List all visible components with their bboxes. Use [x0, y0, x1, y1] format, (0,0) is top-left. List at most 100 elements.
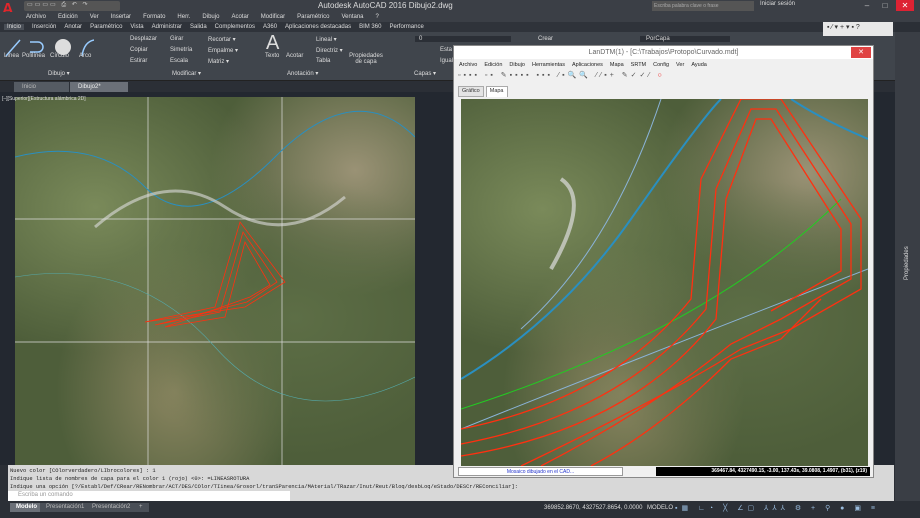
color-dropdown[interactable]: PorCapa	[640, 36, 730, 42]
tab-aplicaciones[interactable]: Aplicaciones destacadas	[285, 24, 351, 30]
status-coordinates: 369852.8670, 4327527.8654, 0.0000	[544, 505, 643, 511]
directriz-button[interactable]: Directriz ▾	[316, 47, 343, 54]
menu-herr[interactable]: Herr.	[177, 14, 190, 20]
landtm-menu-herramientas[interactable]: Herramientas	[532, 62, 565, 68]
landtm-menu-ver[interactable]: Ver	[676, 62, 684, 68]
lineal-button[interactable]: Lineal ▾	[316, 36, 337, 43]
empalme-button[interactable]: Empalme ▾	[208, 47, 238, 54]
landtm-contours	[461, 99, 868, 466]
crear-bloque-button[interactable]: Crear	[538, 36, 553, 42]
model-space-toggle[interactable]: MODELO	[647, 505, 673, 511]
add-layout-button[interactable]: +	[133, 503, 149, 512]
app-title: Autodesk AutoCAD 2016 Dibujo2.dwg	[318, 1, 453, 10]
status-toggle-icons[interactable]: ▪▦ ∟◔ ╳ ∠▢ ⅄⅄⅄ ⚙ + ⚲ ● ▣ ≡	[675, 504, 879, 512]
landtm-status-text: Mosaico dibujado en el CAD...	[458, 467, 623, 476]
landtm-title: LanDTM(1) - [C:\Trabajos\Protopo\Curvado…	[454, 46, 873, 59]
layout-tab-modelo[interactable]: Modelo	[10, 503, 43, 512]
tab-complementos[interactable]: Complementos	[215, 24, 255, 30]
tab-bim360[interactable]: BIM 360	[359, 24, 381, 30]
tab-performance[interactable]: Performance	[389, 24, 423, 30]
landtm-window: LanDTM(1) - [C:\Trabajos\Protopo\Curvado…	[453, 45, 874, 478]
menu-edicion[interactable]: Edición	[58, 14, 78, 20]
panel-anotacion[interactable]: Anotación ▾	[287, 70, 318, 77]
landtm-menu-srtm[interactable]: SRTM	[631, 62, 646, 68]
tab-a360[interactable]: A360	[263, 24, 277, 30]
linea-button[interactable]: Línea	[4, 53, 19, 59]
tab-vista[interactable]: Vista	[130, 24, 143, 30]
desplazar-button[interactable]: Desplazar	[130, 36, 157, 42]
texto-button[interactable]: Texto	[265, 53, 279, 59]
properties-palette-label[interactable]: Propiedades	[904, 246, 910, 280]
landtm-toolbar[interactable]: ▫▪▪▪ ▫▪ ✎▪▪▪▪ ▪▪▪ ⁄▪🔍🔍 ⁄⁄▪+ ✎✓✓⁄ ○	[458, 71, 868, 83]
esta-button[interactable]: Esta	[440, 47, 452, 53]
tab-salida[interactable]: Salida	[190, 24, 207, 30]
menu-insertar[interactable]: Insertar	[111, 14, 131, 20]
landtm-map[interactable]	[461, 99, 868, 466]
tab-insercion[interactable]: Inserción	[32, 24, 56, 30]
menu-archivo[interactable]: Archivo	[26, 14, 46, 20]
cad-contours	[15, 97, 415, 465]
search-input[interactable]: Escriba palabra clave o frase	[652, 1, 754, 11]
menu-parametrico[interactable]: Paramétrico	[297, 14, 329, 20]
landtm-menu-archivo[interactable]: Archivo	[459, 62, 477, 68]
command-input[interactable]: Escriba un comando	[8, 491, 290, 501]
landtm-menu-dibujo[interactable]: Dibujo	[509, 62, 525, 68]
landtm-close-button[interactable]: ✕	[851, 47, 871, 58]
panel-modificar[interactable]: Modificar ▾	[172, 70, 201, 77]
menu-help[interactable]: ?	[376, 14, 379, 20]
close-button[interactable]: ✕	[896, 0, 914, 11]
escala-button[interactable]: Escala	[170, 58, 188, 64]
recortar-button[interactable]: Recortar ▾	[208, 36, 236, 43]
menu-formato[interactable]: Formato	[143, 14, 165, 20]
menu-dibujo[interactable]: Dibujo	[202, 14, 219, 20]
acotar-button[interactable]: Acotar	[286, 53, 303, 59]
layout-tab-presentacion2[interactable]: Presentación2	[86, 503, 137, 512]
ribbon-tabs: Inicio Inserción Anotar Paramétrico Vist…	[0, 22, 895, 32]
copiar-button[interactable]: Copiar	[130, 47, 148, 53]
tabla-button[interactable]: Tabla	[316, 58, 330, 64]
circulo-button[interactable]: Círculo	[50, 53, 69, 59]
tab-mapa[interactable]: Mapa	[485, 86, 508, 97]
minimize-button[interactable]: –	[858, 0, 876, 11]
quick-access-toolbar[interactable]: ▭▭▭▭ ⎙ ↶ ↷	[24, 1, 120, 11]
tab-inicio[interactable]: Inicio	[4, 24, 25, 30]
tab-parametrico[interactable]: Paramétrico	[90, 24, 122, 30]
simetria-button[interactable]: Simetría	[170, 47, 192, 53]
estirar-button[interactable]: Estirar	[130, 58, 147, 64]
menu-bar: Archivo Edición Ver Insertar Formato Her…	[0, 12, 920, 22]
command-line: Indique una opción [?/Establ/Def/CRear/R…	[10, 484, 518, 490]
tab-anotar[interactable]: Anotar	[64, 24, 82, 30]
login-button[interactable]: Iniciar sesión	[760, 1, 795, 7]
landtm-menu-config[interactable]: Config	[653, 62, 669, 68]
doc-tab-inicio[interactable]: Inicio	[14, 82, 69, 92]
arco-button[interactable]: Arco	[79, 53, 91, 59]
panel-dibujo[interactable]: Dibujo ▾	[48, 70, 70, 77]
landtm-menu-edicion[interactable]: Edición	[484, 62, 502, 68]
floating-toolbar[interactable]: ▪ ⁄ ▾ + ▾ ▪ ?	[823, 22, 893, 36]
landtm-tabs: Gráfico Mapa	[458, 86, 508, 97]
menu-ver[interactable]: Ver	[90, 14, 99, 20]
doc-tab-dibujo2[interactable]: Dibujo2*	[70, 82, 128, 92]
landtm-menu-aplicaciones[interactable]: Aplicaciones	[572, 62, 603, 68]
girar-button[interactable]: Girar	[170, 36, 183, 42]
menu-modificar[interactable]: Modificar	[261, 14, 285, 20]
polilinea-button[interactable]: Polilínea	[22, 53, 45, 59]
maximize-button[interactable]: □	[876, 0, 894, 11]
layer-dropdown[interactable]: 0	[415, 36, 511, 42]
text-icon: A	[266, 32, 280, 54]
propiedades-capa-button[interactable]: Propiedades de capa	[348, 53, 384, 65]
menu-ventana[interactable]: Ventana	[341, 14, 363, 20]
menu-acotar[interactable]: Acotar	[231, 14, 248, 20]
igual-button[interactable]: Igual	[440, 58, 453, 64]
landtm-menu: Archivo Edición Dibujo Herramientas Apli…	[454, 60, 873, 70]
aerial-map-cad[interactable]	[15, 97, 415, 465]
matriz-button[interactable]: Matriz ▾	[208, 58, 229, 65]
landtm-coordinates: 369467.84, 4327490.15, -3.00, 137.43s, 3…	[656, 467, 870, 476]
landtm-menu-ayuda[interactable]: Ayuda	[691, 62, 707, 68]
tab-grafico[interactable]: Gráfico	[458, 86, 484, 97]
tab-administrar[interactable]: Administrar	[152, 24, 182, 30]
panel-capas[interactable]: Capas ▾	[414, 70, 436, 77]
landtm-menu-mapa[interactable]: Mapa	[610, 62, 624, 68]
viewport-label[interactable]: [–][Superior][Estructura alámbrica 2D]	[2, 96, 86, 102]
layout-tab-presentacion1[interactable]: Presentación1	[40, 503, 91, 512]
